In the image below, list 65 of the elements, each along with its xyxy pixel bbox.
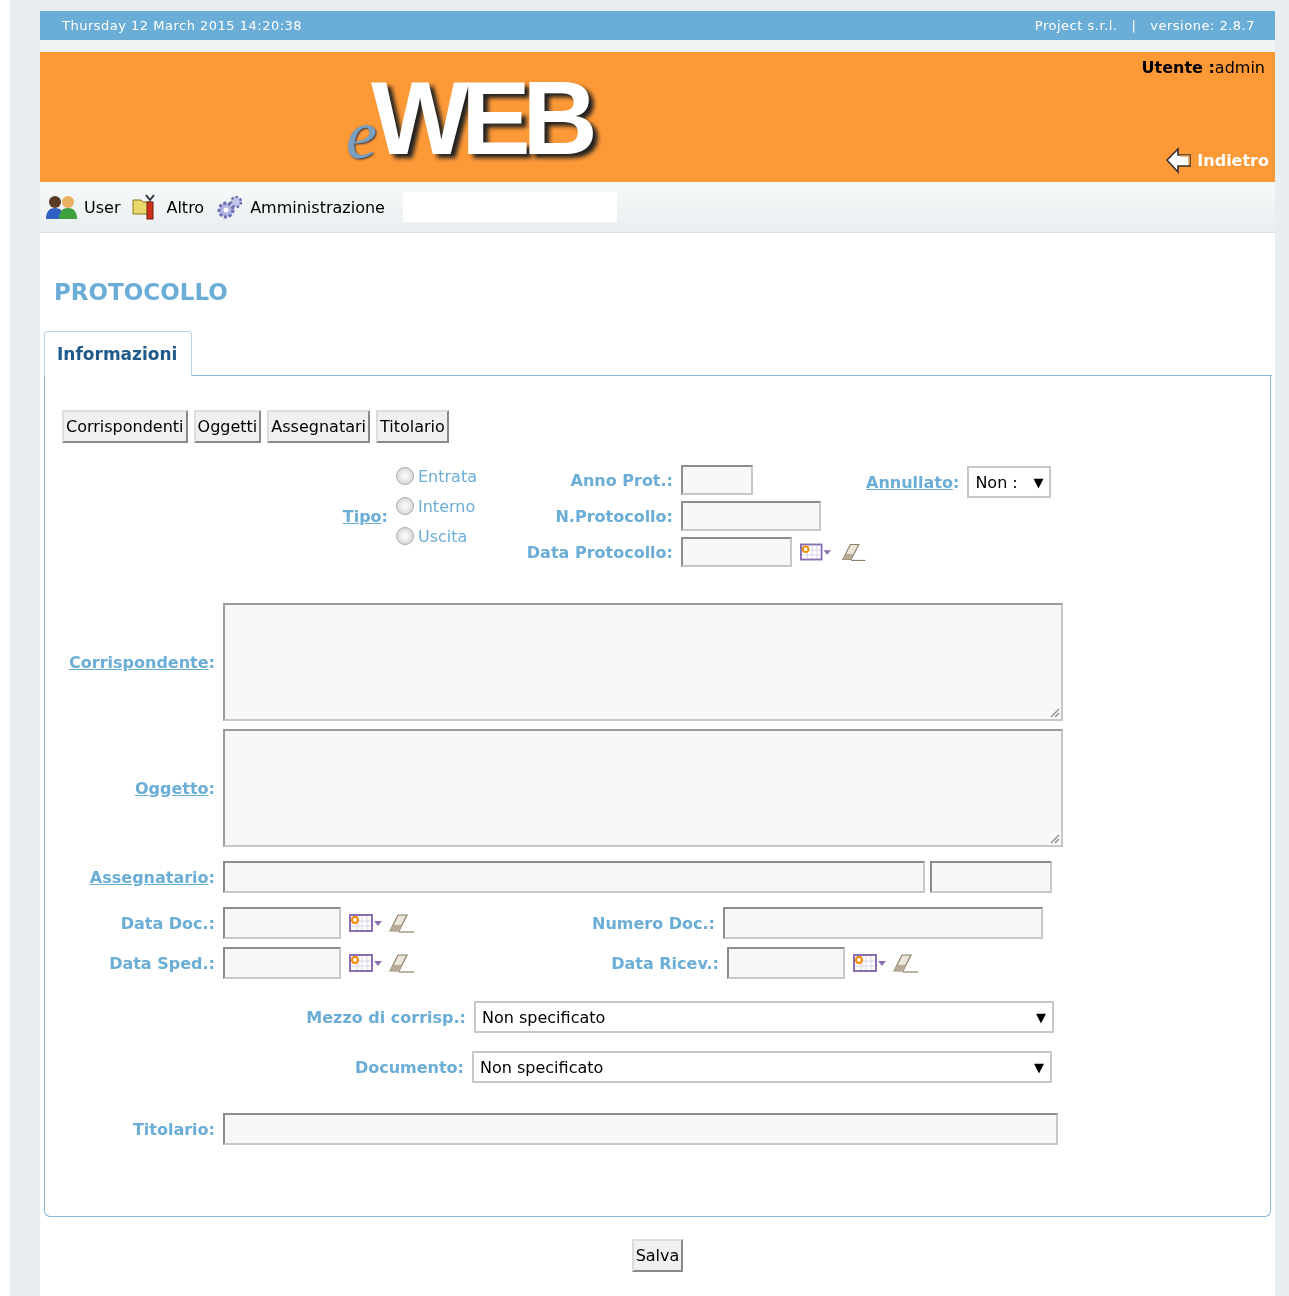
company-name: Project s.r.l. [1034, 18, 1118, 33]
caret-icon: ▼ [1034, 1059, 1044, 1075]
calendar-icon[interactable] [349, 953, 383, 973]
separator: | [1131, 18, 1137, 33]
calendar-icon[interactable] [349, 913, 383, 933]
section-button[interactable]: Assegnatari [267, 410, 370, 443]
eraser-icon[interactable] [387, 952, 415, 974]
field-label: Data Protocollo: [525, 542, 673, 562]
radio-button[interactable] [396, 497, 414, 515]
eraser-icon[interactable] [839, 541, 866, 563]
date-field[interactable] [727, 947, 845, 979]
date-field[interactable] [223, 947, 341, 979]
input-field[interactable] [681, 501, 821, 531]
field-label: Titolario: [131, 1119, 215, 1139]
field-label: Data Ricev.: [610, 953, 719, 973]
input-field[interactable] [930, 861, 1052, 893]
calendar-icon[interactable] [853, 953, 887, 973]
eraser-icon[interactable] [387, 912, 415, 934]
resize-grip-icon[interactable] [1048, 706, 1060, 718]
radio-button[interactable] [396, 527, 414, 545]
section-button[interactable]: Corrispondenti [62, 410, 188, 443]
dropdown[interactable]: Non specificato ▼ [472, 1051, 1052, 1083]
resize-grip-icon[interactable] [1048, 832, 1060, 844]
menu-item[interactable]: Altro [132, 194, 205, 220]
radio-label: Interno [418, 496, 476, 516]
colon-label: : [381, 506, 388, 526]
menu-item[interactable]: User [46, 194, 121, 220]
field-label: Data Doc.: [119, 913, 215, 933]
field-label: N.Protocollo: [554, 506, 673, 526]
eraser-icon[interactable] [891, 952, 919, 974]
field-label: Documento: [353, 1057, 464, 1077]
field-label: Anno Prot.: [569, 470, 673, 490]
version-label: versione: 2.8.7 [1150, 18, 1255, 33]
annullato-select[interactable]: Non : ▼ [967, 466, 1052, 498]
input-field[interactable] [223, 1113, 1058, 1145]
radio-button[interactable] [396, 467, 414, 485]
back-arrow-icon [1165, 146, 1194, 174]
caret-icon: ▼ [1033, 474, 1044, 490]
field-label: Numero Doc.: [591, 913, 715, 933]
colon-label: : [208, 652, 215, 672]
gears-icon [216, 194, 245, 220]
tab[interactable]: Informazioni [44, 331, 193, 376]
users-icon [46, 194, 78, 220]
colon-label: : [952, 472, 960, 492]
date-field[interactable] [223, 907, 341, 939]
date-time: Thursday 12 March 2015 14:20:38 [62, 18, 303, 33]
page-title: PROTOCOLLO [54, 279, 229, 305]
field-label: Data Sped.: [108, 953, 215, 973]
calendar-icon[interactable] [799, 542, 832, 562]
caret-icon: ▼ [1036, 1009, 1046, 1025]
colon-label: : [208, 778, 215, 798]
input-field[interactable] [681, 465, 753, 495]
radio-label: Uscita [418, 526, 468, 546]
radio-label: Entrata [418, 466, 477, 486]
save-button[interactable]: Salva [631, 1239, 684, 1272]
colon-label: : [208, 867, 215, 887]
section-button[interactable]: Titolario [376, 410, 449, 443]
menu-item[interactable]: Amministrazione [216, 194, 385, 220]
dropdown[interactable]: Non specificato ▼ [474, 1001, 1054, 1033]
field-label: Mezzo di corrisp.: [305, 1007, 466, 1027]
input-field[interactable] [723, 907, 1043, 939]
section-button[interactable]: Oggetti [193, 410, 262, 443]
user-label: Utente :admin [1141, 58, 1265, 77]
input-field[interactable] [223, 861, 925, 893]
date-field[interactable] [681, 537, 792, 567]
